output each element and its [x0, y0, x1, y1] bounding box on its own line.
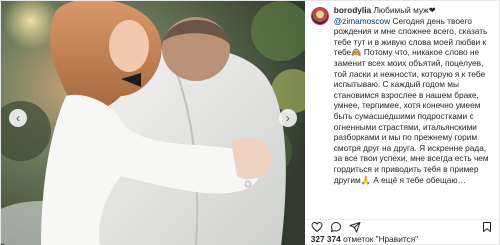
avatar[interactable]	[310, 7, 329, 25]
chevron-left-icon[interactable]: ‹	[9, 109, 27, 127]
caption-mention[interactable]: @zimamoscow	[334, 16, 390, 26]
bookmark-icon[interactable]	[481, 221, 493, 233]
caption-block: borodylia Любимый муж❤ @zimamoscow Сегод…	[305, 1, 499, 219]
heart-icon[interactable]	[311, 221, 323, 233]
post-photo[interactable]: ‹ ›	[1, 1, 305, 245]
caption-username[interactable]: borodylia	[334, 5, 371, 15]
post-sidebar: borodylia Любимый муж❤ @zimamoscow Сегод…	[304, 1, 499, 245]
caption-lead: Любимый муж❤	[373, 5, 436, 15]
action-bar	[304, 219, 499, 233]
share-icon[interactable]	[349, 221, 361, 233]
likes-count: 327 374	[310, 234, 341, 244]
instagram-post: ‹ › borodylia Любимый муж❤ @zimamoscow С…	[0, 0, 500, 245]
chevron-right-icon[interactable]: ›	[278, 109, 297, 127]
comment-icon[interactable]	[330, 221, 342, 233]
likes-label: отметок "Нравится"	[343, 234, 419, 244]
post-caption: borodylia Любимый муж❤ @zimamoscow Сегод…	[334, 5, 493, 189]
caption-body: Сегодня день твоего рождения и мне сложн…	[333, 15, 489, 185]
likes-line[interactable]: 327 374 отметок "Нравится"	[305, 233, 499, 245]
photo-illustration	[1, 1, 305, 245]
